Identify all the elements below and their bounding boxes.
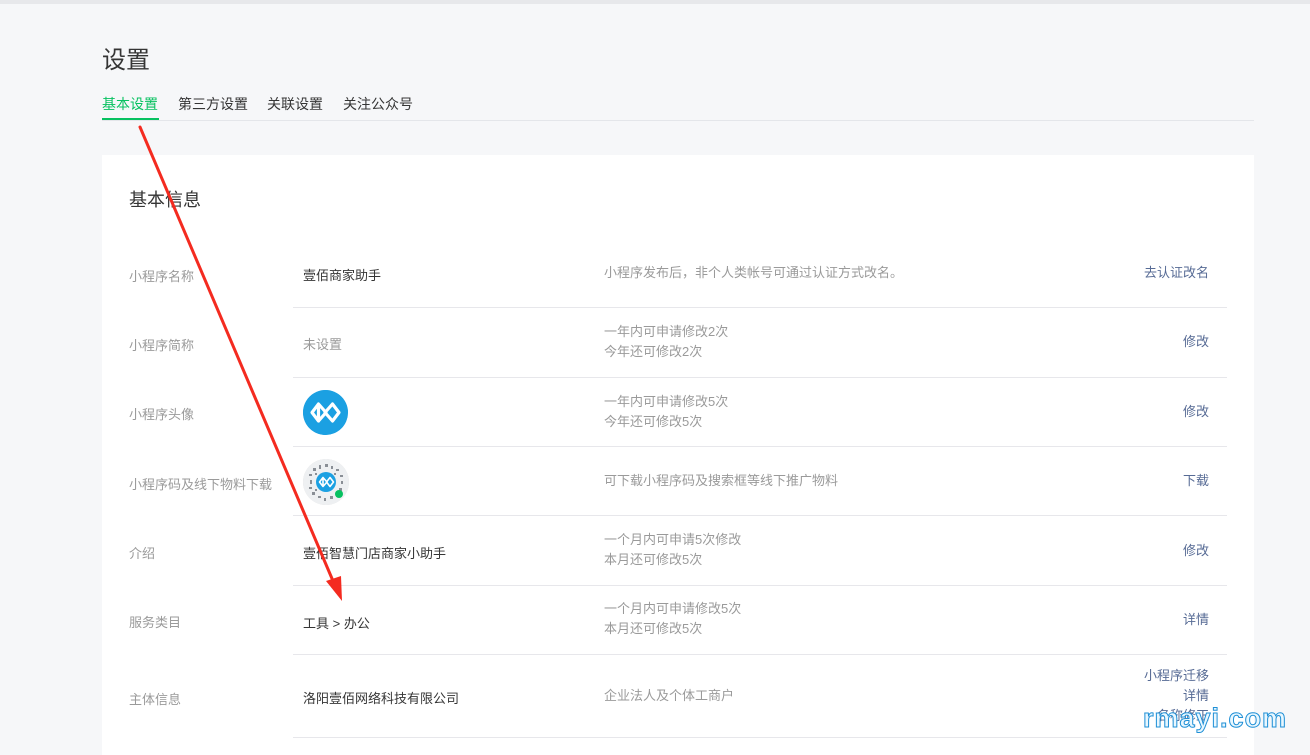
- page-title: 设置: [102, 47, 150, 74]
- tab-follow-official-account[interactable]: 关注公众号: [343, 94, 413, 114]
- edit-short-name-link[interactable]: 修改: [1183, 332, 1209, 352]
- certify-rename-link[interactable]: 去认证改名: [1144, 263, 1209, 283]
- row-label: 小程序名称: [129, 269, 195, 284]
- row-label: 主体信息: [129, 692, 182, 707]
- tab-third-party-settings[interactable]: 第三方设置: [178, 94, 248, 114]
- watermark: rmayi.com: [1142, 703, 1288, 734]
- row-desc: 一个月内可申请5次修改 本月还可修改5次: [604, 532, 742, 567]
- row-label: 小程序简称: [129, 338, 195, 353]
- mini-program-code: [303, 459, 349, 505]
- row-value: 工具 > 办公: [303, 616, 370, 631]
- basic-info-card: 基本信息 小程序名称 壹佰商家助手 小程序发布后，非个人类帐号可通过认证方式改名…: [102, 155, 1254, 755]
- row-label: 小程序码及线下物料下载: [129, 477, 273, 492]
- tab-basic-settings[interactable]: 基本设置: [102, 94, 158, 114]
- row-mini-program-name: 小程序名称 壹佰商家助手 小程序发布后，非个人类帐号可通过认证方式改名。 去认证…: [129, 238, 1227, 308]
- edit-avatar-link[interactable]: 修改: [1183, 402, 1209, 422]
- edit-intro-link[interactable]: 修改: [1183, 541, 1209, 561]
- row-label: 小程序头像: [129, 407, 195, 422]
- row-value: 洛阳壹佰网络科技有限公司: [303, 691, 460, 706]
- row-desc: 一年内可申请修改2次 今年还可修改2次: [604, 324, 729, 359]
- active-tab-indicator: [102, 118, 159, 120]
- row-service-category: 服务类目 工具 > 办公 一个月内可申请修改5次 本月还可修改5次 详情: [129, 586, 1227, 655]
- row-desc: 企业法人及个体工商户: [604, 688, 735, 703]
- top-border: [0, 0, 1310, 4]
- settings-tabs: 基本设置 第三方设置 关联设置 关注公众号: [102, 90, 1254, 121]
- row-short-name: 小程序简称 未设置 一年内可申请修改2次 今年还可修改2次 修改: [129, 308, 1227, 378]
- row-qrcode: 小程序码及线下物料下载 可下载小程序码及搜索框等线下推广物料 下载: [129, 447, 1227, 516]
- row-value: 壹佰商家助手: [303, 268, 382, 283]
- row-divider: [293, 737, 1227, 738]
- row-avatar: 小程序头像 一年内可申请修改5次 今年还可修改5次 修改: [129, 378, 1227, 447]
- category-details-link[interactable]: 详情: [1183, 610, 1209, 630]
- row-value: 未设置: [303, 337, 343, 352]
- row-subject-info: 主体信息 洛阳壹佰网络科技有限公司 企业法人及个体工商户 小程序迁移 详情 名称…: [129, 655, 1227, 738]
- download-link[interactable]: 下载: [1183, 471, 1209, 491]
- row-desc: 一个月内可申请修改5次 本月还可修改5次: [604, 601, 742, 636]
- logo-icon: [303, 390, 348, 435]
- mini-program-avatar: [303, 390, 348, 435]
- row-label: 服务类目: [129, 615, 182, 630]
- card-title: 基本信息: [129, 190, 201, 210]
- row-value: 壹佰智慧门店商家小助手: [303, 546, 447, 561]
- row-label: 介绍: [129, 546, 156, 561]
- row-desc: 一年内可申请修改5次 今年还可修改5次: [604, 394, 729, 429]
- tab-association-settings[interactable]: 关联设置: [267, 94, 323, 114]
- row-desc: 可下载小程序码及搜索框等线下推广物料: [604, 473, 839, 488]
- row-desc: 小程序发布后，非个人类帐号可通过认证方式改名。: [604, 265, 904, 280]
- migrate-mini-program-link[interactable]: 小程序迁移: [1144, 666, 1209, 686]
- row-intro: 介绍 壹佰智慧门店商家小助手 一个月内可申请5次修改 本月还可修改5次 修改: [129, 516, 1227, 586]
- mini-program-code-icon: [303, 459, 349, 505]
